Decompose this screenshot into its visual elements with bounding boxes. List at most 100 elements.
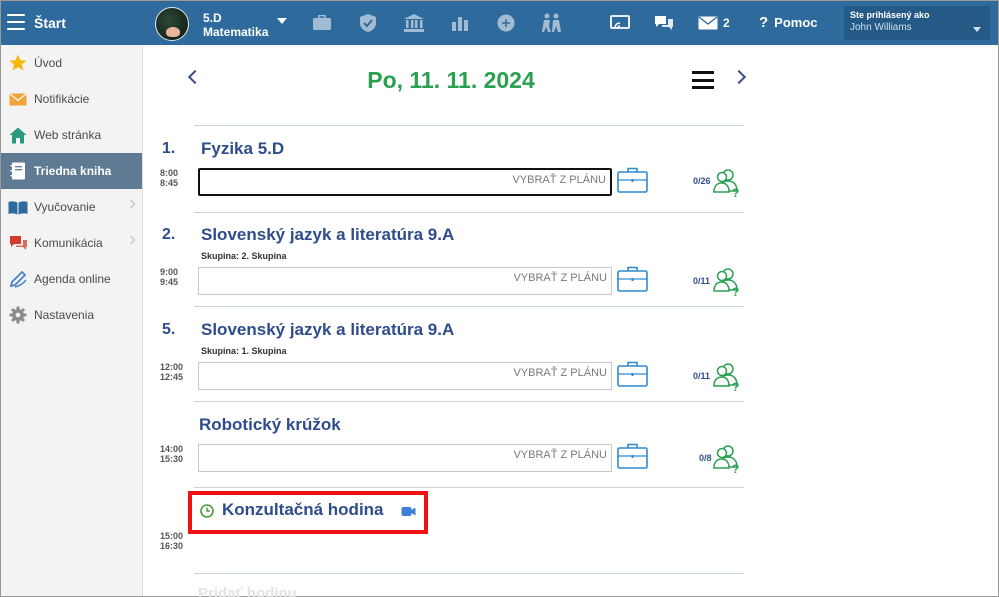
add-lesson-link[interactable]: Pridať hodinu <box>198 585 297 597</box>
lesson-group: Skupina: 2. Skupina <box>201 251 287 261</box>
clock-icon <box>200 504 214 518</box>
sidebar-item-label: Triedna kniha <box>34 164 112 178</box>
sidebar-item-label: Agenda online <box>34 272 111 286</box>
sidebar-item-label: Úvod <box>34 56 63 70</box>
envelope-icon <box>8 89 28 109</box>
svg-text:?: ? <box>732 186 739 197</box>
sidebar-item-label: Vyučovanie <box>34 200 96 214</box>
consultation-title[interactable]: Konzultačná hodina <box>222 500 384 520</box>
chat-icon[interactable] <box>653 12 675 34</box>
lesson-number: 1. <box>162 140 176 157</box>
help-label: Pomoc <box>774 15 818 30</box>
star-icon <box>8 53 28 73</box>
lesson-start: 14:00 <box>160 444 184 454</box>
plan-select-label[interactable]: VYBRAŤ Z PLÁNU <box>512 174 606 186</box>
lesson-number: 2. <box>162 226 176 243</box>
attendance-users-icon[interactable]: ? <box>712 361 742 391</box>
help-icon: ? <box>759 14 769 31</box>
class-avatar[interactable] <box>155 7 189 41</box>
lesson-title[interactable]: Robotický krúžok <box>199 415 341 435</box>
ball-icon[interactable] <box>495 12 517 34</box>
user-prefix: Ste prihlásený ako <box>850 10 930 20</box>
people-icon[interactable] <box>541 12 563 34</box>
divider <box>194 125 744 126</box>
plan-input[interactable]: VYBRAŤ Z PLÁNU <box>198 362 612 390</box>
user-name: John Williams <box>850 22 912 33</box>
lesson-end: 15:30 <box>160 454 184 464</box>
chat-bubbles-icon <box>8 233 28 253</box>
lesson-start: 15:00 <box>160 531 184 541</box>
sidebar-item-notifikacie[interactable]: Notifikácie <box>1 81 142 117</box>
lesson-time: 12:00 12:45 <box>160 362 183 382</box>
lesson-start: 8:00 <box>160 168 179 178</box>
plan-select-label[interactable]: VYBRAŤ Z PLÁNU <box>513 449 607 461</box>
attendance-users-icon[interactable]: ? <box>712 266 742 296</box>
plan-input[interactable]: VYBRAŤ Z PLÁNU <box>198 168 612 196</box>
lesson-end: 9:45 <box>160 277 179 287</box>
subject-label: Matematika <box>203 25 269 39</box>
lesson-end: 12:45 <box>160 372 184 382</box>
class-dropdown-caret-icon[interactable] <box>277 18 287 24</box>
main-content: Po, 11. 11. 2024 1. Fyzika 5.D 8:00 8:45… <box>144 45 998 597</box>
attendance-count: 0/8 <box>699 453 712 463</box>
hamburger-menu-icon[interactable] <box>7 14 25 30</box>
shield-icon[interactable] <box>357 12 379 34</box>
briefcase-icon[interactable] <box>617 361 648 387</box>
mail-icon[interactable] <box>697 12 719 34</box>
gear-icon <box>8 305 28 325</box>
plan-select-label[interactable]: VYBRAŤ Z PLÁNU <box>513 367 607 379</box>
lesson-start: 12:00 <box>160 362 184 372</box>
divider <box>194 573 744 574</box>
lesson-title[interactable]: Fyzika 5.D <box>201 139 284 159</box>
class-label: 5.D <box>203 11 222 25</box>
briefcase-icon[interactable] <box>311 12 333 34</box>
sidebar-item-triedna-kniha[interactable]: Triedna kniha <box>1 153 142 189</box>
bar-chart-icon[interactable] <box>449 12 471 34</box>
lesson-title[interactable]: Slovenský jazyk a literatúra 9.A <box>201 320 454 340</box>
date-title: Po, 11. 11. 2024 <box>367 67 535 93</box>
attendance-users-icon[interactable]: ? <box>712 443 742 473</box>
divider <box>194 401 744 402</box>
sidebar-item-nastavenia[interactable]: Nastavenia <box>1 297 142 333</box>
next-day-chevron-icon[interactable] <box>731 69 747 85</box>
list-menu-icon[interactable] <box>692 71 714 89</box>
help-link[interactable]: ? Pomoc <box>759 14 818 31</box>
home-icon <box>8 125 28 145</box>
lesson-group: Skupina: 1. Skupina <box>201 346 287 356</box>
divider <box>194 306 744 307</box>
briefcase-icon[interactable] <box>617 266 648 292</box>
svg-text:?: ? <box>732 285 739 296</box>
briefcase-icon[interactable] <box>617 443 648 469</box>
lesson-title[interactable]: Slovenský jazyk a literatúra 9.A <box>201 225 454 245</box>
plan-select-label[interactable]: VYBRAŤ Z PLÁNU <box>513 272 607 284</box>
svg-text:?: ? <box>732 380 739 391</box>
lesson-time: 9:00 9:45 <box>160 267 178 287</box>
class-selector[interactable]: 5.D Matematika <box>203 11 268 39</box>
lesson-end: 16:30 <box>160 541 184 551</box>
lesson-time: 14:00 15:30 <box>160 444 183 464</box>
sidebar-item-komunikacia[interactable]: Komunikácia <box>1 225 142 261</box>
briefcase-icon[interactable] <box>617 167 648 193</box>
sidebar-item-uvod[interactable]: Úvod <box>1 45 142 81</box>
plan-input[interactable]: VYBRAŤ Z PLÁNU <box>198 267 612 295</box>
sidebar-item-agenda-online[interactable]: Agenda online <box>1 261 142 297</box>
start-link[interactable]: Štart <box>34 15 66 31</box>
pen-icon <box>8 269 28 289</box>
video-camera-icon[interactable] <box>401 506 416 517</box>
sidebar-item-web-stranka[interactable]: Web stránka <box>1 117 142 153</box>
attendance-count: 0/11 <box>693 371 711 381</box>
cast-icon[interactable] <box>609 12 631 34</box>
user-menu[interactable]: Ste prihlásený ako John Williams <box>844 6 990 40</box>
book-icon <box>8 197 28 217</box>
plan-input[interactable]: VYBRAŤ Z PLÁNU <box>198 444 612 472</box>
sidebar-item-vyucovanie[interactable]: Vyučovanie <box>1 189 142 225</box>
user-dropdown-caret-icon[interactable] <box>973 27 981 32</box>
attendance-users-icon[interactable]: ? <box>712 167 742 197</box>
attendance-count: 0/11 <box>693 276 711 286</box>
prev-day-chevron-icon[interactable] <box>187 69 203 85</box>
message-count-badge: 2 <box>723 16 730 30</box>
lesson-time: 15:00 16:30 <box>160 531 183 551</box>
bank-icon[interactable] <box>403 12 425 34</box>
attendance-count: 0/26 <box>693 176 711 186</box>
svg-text:?: ? <box>732 462 739 473</box>
